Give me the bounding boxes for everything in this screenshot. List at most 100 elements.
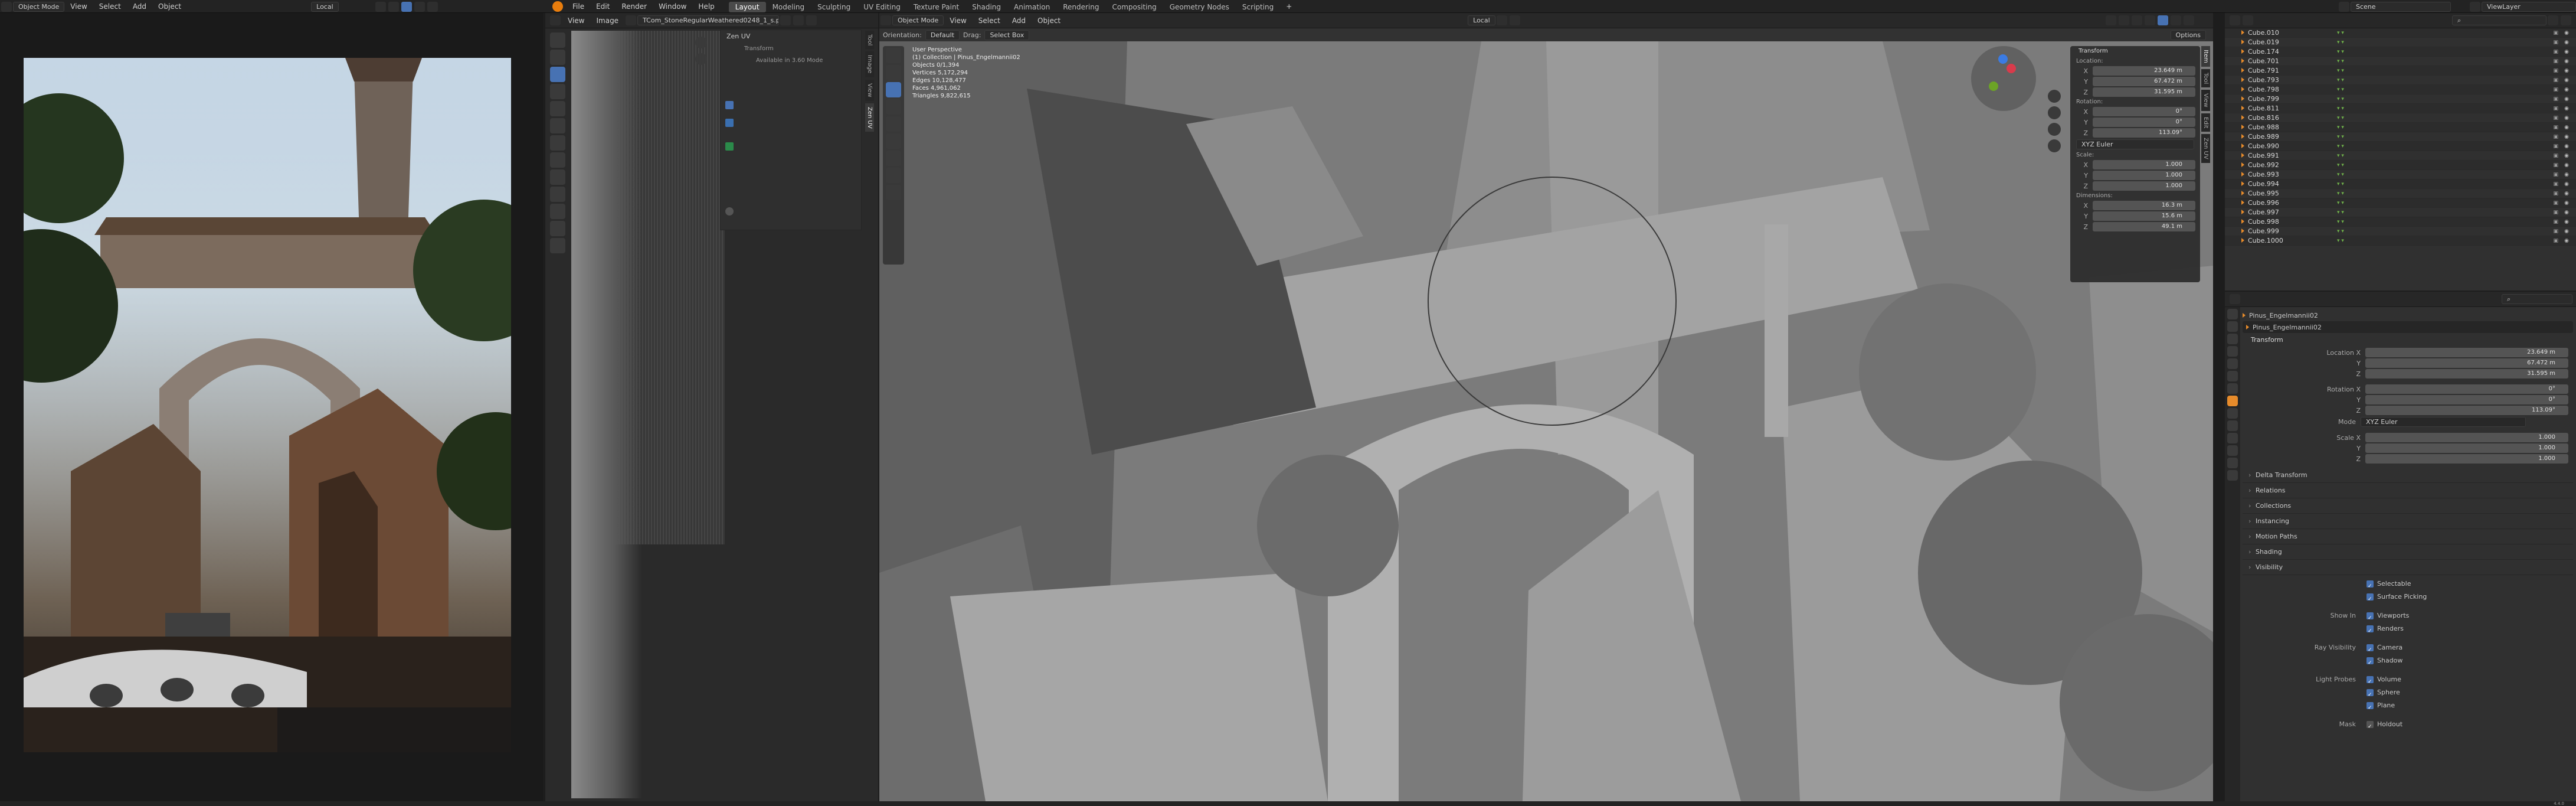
outliner-item[interactable]: Cube.998 ▾ ▾ ▣ ◉ xyxy=(2225,217,2576,227)
tool-checker-icon[interactable] xyxy=(550,221,565,236)
n-rotation-field[interactable]: 113.09° xyxy=(2093,128,2195,138)
n-tab-edit[interactable]: Edit xyxy=(2201,113,2210,132)
visibility-eye-icon[interactable]: ◉ xyxy=(2564,57,2569,66)
prop-tab-physics-icon[interactable] xyxy=(2227,433,2238,443)
tool-move-icon[interactable] xyxy=(550,67,565,82)
render-preview-area[interactable] xyxy=(0,13,543,801)
modifier-icon[interactable]: ▾ ▾ xyxy=(2337,142,2344,151)
object-name[interactable]: Pinus_Engelmannii02 xyxy=(2249,312,2318,319)
tab-texture-paint[interactable]: Texture Paint xyxy=(907,2,965,12)
view-layer-dropdown[interactable]: ViewLayer xyxy=(2482,1,2576,12)
prop-tab-scene-icon[interactable] xyxy=(2227,358,2238,369)
vp-tool-scale-icon[interactable] xyxy=(886,116,901,132)
render-camera-icon[interactable]: ▣ xyxy=(2553,236,2558,246)
properties-search-input[interactable]: ⌕ xyxy=(2502,294,2572,304)
zen-uv-settings-icon[interactable] xyxy=(725,207,734,216)
modifier-icon[interactable]: ▾ ▾ xyxy=(2337,208,2344,217)
section-motion-paths[interactable]: Motion Paths xyxy=(2243,529,2573,544)
tool-transform-icon[interactable] xyxy=(550,118,565,133)
scale-field[interactable]: 1.000 xyxy=(2365,454,2568,464)
outliner-item[interactable]: Cube.019 ▾ ▾ ▣ ◉ xyxy=(2225,38,2576,47)
modifier-icon[interactable]: ▾ ▾ xyxy=(2337,94,2344,104)
render-camera-icon[interactable]: ▣ xyxy=(2553,57,2558,66)
holdout-checkbox[interactable] xyxy=(2366,720,2374,733)
image-editor-type-icon[interactable] xyxy=(550,15,561,25)
viewport-menu-select[interactable]: Select xyxy=(973,14,1006,27)
zen-uv-mark-icon[interactable] xyxy=(725,119,734,127)
outliner-item[interactable]: Cube.995 ▾ ▾ ▣ ◉ xyxy=(2225,189,2576,198)
vp-tool-add-cube-icon[interactable] xyxy=(886,185,901,200)
gizmo-y-icon[interactable] xyxy=(1989,81,1998,91)
render-camera-icon[interactable]: ▣ xyxy=(2553,123,2558,132)
prop-tab-particles-icon[interactable] xyxy=(2227,420,2238,431)
tool-grab-icon[interactable] xyxy=(550,152,565,168)
outliner-filter-icon[interactable] xyxy=(2243,15,2253,25)
render-camera-icon[interactable]: ▣ xyxy=(2553,132,2558,142)
outliner-item[interactable]: Cube.999 ▾ ▾ ▣ ◉ xyxy=(2225,227,2576,236)
image-name-field[interactable]: TCom_StoneRegularWeathered0248_1_s.psd xyxy=(637,15,780,25)
render-camera-icon[interactable]: ▣ xyxy=(2553,85,2558,94)
render-camera-icon[interactable]: ▣ xyxy=(2553,66,2558,76)
viewport-pivot-dropdown[interactable]: Local xyxy=(1468,15,1495,25)
modifier-icon[interactable]: ▾ ▾ xyxy=(2337,217,2344,227)
image-menu-image[interactable]: Image xyxy=(590,14,624,27)
shading-solid-icon[interactable] xyxy=(401,1,412,12)
outliner-item[interactable]: Cube.174 ▾ ▾ ▣ ◉ xyxy=(2225,47,2576,57)
prop-tab-render-icon[interactable] xyxy=(2227,321,2238,332)
outliner-item[interactable]: Cube.816 ▾ ▾ ▣ ◉ xyxy=(2225,113,2576,123)
viewport-gizmo-icon[interactable] xyxy=(2119,15,2129,25)
location-field[interactable]: 23.649 m xyxy=(2365,348,2568,357)
visibility-eye-icon[interactable]: ◉ xyxy=(2564,151,2569,161)
modifier-icon[interactable]: ▾ ▾ xyxy=(2337,132,2344,142)
modifier-icon[interactable]: ▾ ▾ xyxy=(2337,189,2344,198)
rotation-field[interactable]: 0° xyxy=(2365,384,2568,394)
visibility-eye-icon[interactable]: ◉ xyxy=(2564,180,2569,189)
n-location-field[interactable]: 23.649 m xyxy=(2093,66,2195,76)
modifier-icon[interactable]: ▾ ▾ xyxy=(2337,113,2344,123)
section-collections[interactable]: Collections xyxy=(2243,498,2573,514)
properties-type-icon[interactable] xyxy=(2230,294,2240,304)
outliner-item[interactable]: Cube.994 ▾ ▾ ▣ ◉ xyxy=(2225,180,2576,189)
plane-checkbox[interactable] xyxy=(2366,701,2374,714)
outliner-item[interactable]: Cube.793 ▾ ▾ ▣ ◉ xyxy=(2225,76,2576,85)
image-open-icon[interactable] xyxy=(806,15,817,25)
n-dimension-field[interactable]: 49.1 m xyxy=(2093,222,2195,231)
render-camera-icon[interactable]: ▣ xyxy=(2553,217,2558,227)
modifier-icon[interactable]: ▾ ▾ xyxy=(2337,38,2344,47)
modifier-icon[interactable]: ▾ ▾ xyxy=(2337,28,2344,38)
outliner-item[interactable]: Cube.701 ▾ ▾ ▣ ◉ xyxy=(2225,57,2576,66)
n-scale-field[interactable]: 1.000 xyxy=(2093,160,2195,169)
rotation-field[interactable]: 0° xyxy=(2365,395,2568,404)
n-rotation-field[interactable]: 0° xyxy=(2093,118,2195,127)
left-menu-select[interactable]: Select xyxy=(93,0,127,13)
image-side-tab-tool[interactable]: Tool xyxy=(865,31,874,50)
visibility-eye-icon[interactable]: ◉ xyxy=(2564,47,2569,57)
visibility-eye-icon[interactable]: ◉ xyxy=(2564,161,2569,170)
modifier-icon[interactable]: ▾ ▾ xyxy=(2337,180,2344,189)
visibility-eye-icon[interactable]: ◉ xyxy=(2564,132,2569,142)
n-tab-view[interactable]: View xyxy=(2201,90,2210,111)
section-visibility[interactable]: Visibility xyxy=(2243,560,2573,575)
tab-compositing[interactable]: Compositing xyxy=(1105,2,1163,12)
proportional-icon[interactable] xyxy=(388,1,399,12)
outliner-item[interactable]: Cube.993 ▾ ▾ ▣ ◉ xyxy=(2225,170,2576,180)
render-camera-icon[interactable]: ▣ xyxy=(2553,47,2558,57)
menu-window[interactable]: Window xyxy=(653,0,692,13)
image-new-icon[interactable] xyxy=(793,15,804,25)
outliner-type-icon[interactable] xyxy=(2230,15,2240,25)
left-menu-add[interactable]: Add xyxy=(127,0,152,13)
sphere-checkbox[interactable] xyxy=(2366,688,2374,701)
n-tab-zen-uv[interactable]: Zen UV xyxy=(2201,134,2210,163)
modifier-icon[interactable]: ▾ ▾ xyxy=(2337,47,2344,57)
image-side-tab-zen-uv[interactable]: Zen UV xyxy=(865,103,874,132)
visibility-eye-icon[interactable]: ◉ xyxy=(2564,142,2569,151)
render-camera-icon[interactable]: ▣ xyxy=(2553,208,2558,217)
render-camera-icon[interactable]: ▣ xyxy=(2553,151,2558,161)
properties-editor[interactable]: ⌕ Pinus_Engelmannii02 Pinus_Engelmannii0… xyxy=(2225,292,2576,801)
vp-tool-transform-icon[interactable] xyxy=(886,133,901,149)
scene-dropdown[interactable]: Scene xyxy=(2351,1,2451,12)
left-menu-object[interactable]: Object xyxy=(152,0,187,13)
outliner-item[interactable]: Cube.798 ▾ ▾ ▣ ◉ xyxy=(2225,85,2576,94)
prop-tab-tool-icon[interactable] xyxy=(2227,309,2238,319)
render-camera-icon[interactable]: ▣ xyxy=(2553,227,2558,236)
